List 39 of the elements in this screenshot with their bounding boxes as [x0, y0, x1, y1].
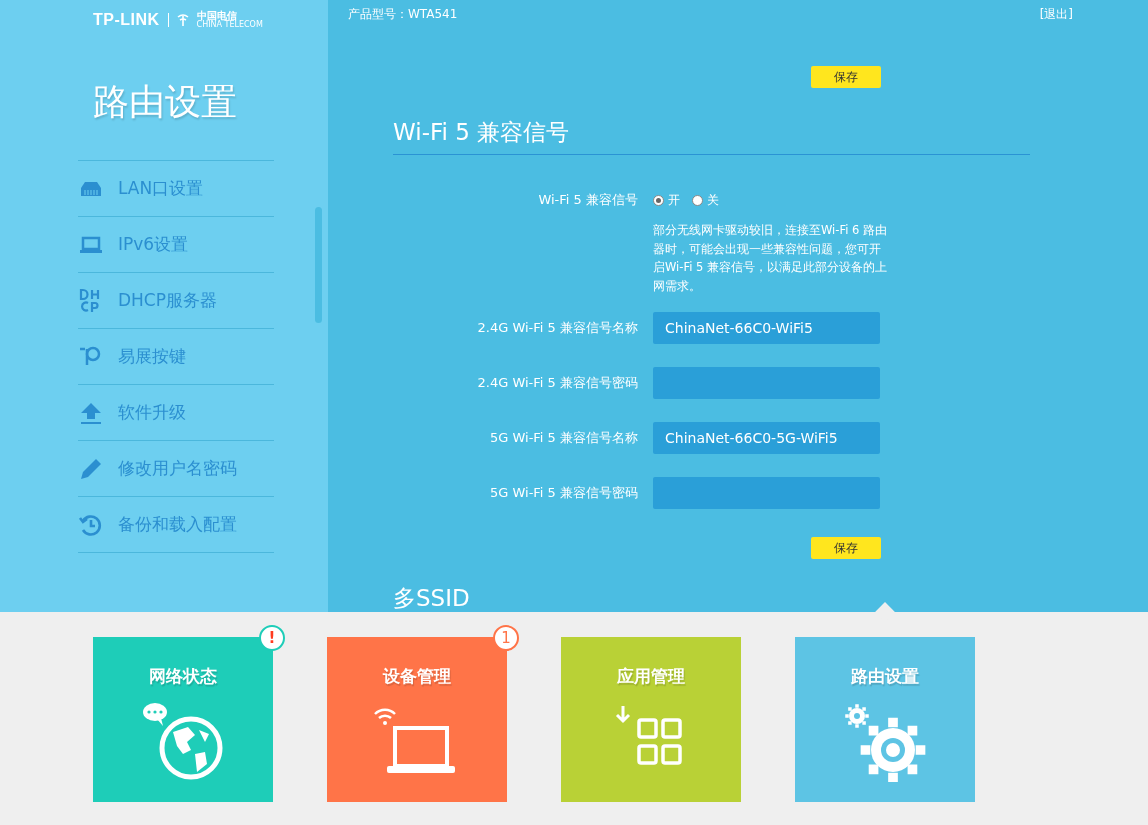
nav-tile[interactable]: 应用管理	[561, 637, 741, 802]
partner-name: 中国电信	[196, 11, 237, 21]
save-button[interactable]: 保存	[811, 537, 881, 559]
telecom-logo-icon	[176, 13, 189, 27]
sidebar-title: 路由设置	[93, 81, 237, 122]
notification-badge: 1	[493, 625, 519, 651]
help-note: 部分无线网卡驱动较旧，连接至Wi-Fi 6 路由器时，可能会出现一些兼容性问题，您可开启Wi-Fi 5 兼容信号，以满足此部分设备的上网需求。	[653, 222, 889, 295]
radio-option[interactable]: 开	[653, 191, 680, 209]
input-field[interactable]	[653, 477, 880, 509]
brand-logo: TP-LINK	[93, 11, 160, 29]
input-field[interactable]	[653, 367, 880, 399]
field-label: Wi-Fi 5 兼容信号	[537, 191, 638, 209]
tile-label: 网络状态	[149, 665, 217, 688]
sidebar-item[interactable]: 备份和载入配置	[78, 497, 274, 553]
partner-english-name: CHINA TELECOM	[196, 21, 263, 29]
radio-option[interactable]: 关	[692, 191, 719, 209]
tile-label: 应用管理	[617, 665, 685, 688]
scrollbar[interactable]	[315, 207, 322, 323]
section-title: 多SSID	[393, 584, 471, 612]
notification-badge: !	[259, 625, 285, 651]
sidebar-item[interactable]: 易展按键	[78, 329, 274, 385]
input-field[interactable]: ChinaNet-66C0-WiFi5	[653, 312, 880, 344]
sidebar-item[interactable]: LAN口设置	[78, 161, 274, 217]
input-field[interactable]: ChinaNet-66C0-5G-WiFi5	[653, 422, 880, 454]
logout-link[interactable]: [退出]	[1039, 6, 1073, 23]
product-model: 产品型号：WTA541	[348, 6, 458, 23]
tile-label: 路由设置	[851, 665, 919, 688]
save-button[interactable]: 保存	[811, 66, 881, 88]
sidebar-item[interactable]: 修改用户名密码	[78, 441, 274, 497]
field-label: 2.4G Wi-Fi 5 兼容信号名称	[476, 319, 638, 337]
field-label: 5G Wi-Fi 5 兼容信号密码	[488, 484, 638, 502]
section-title: Wi-Fi 5 兼容信号	[393, 110, 1030, 155]
sidebar-item[interactable]: IPv6设置	[78, 217, 274, 273]
nav-tile[interactable]: 路由设置	[795, 637, 975, 802]
tile-label: 设备管理	[383, 665, 451, 688]
sidebar-item[interactable]: DHCP服务器	[78, 273, 274, 329]
sidebar-item[interactable]: 软件升级	[78, 385, 274, 441]
field-label: 2.4G Wi-Fi 5 兼容信号密码	[476, 374, 638, 392]
field-label: 5G Wi-Fi 5 兼容信号名称	[488, 429, 638, 447]
